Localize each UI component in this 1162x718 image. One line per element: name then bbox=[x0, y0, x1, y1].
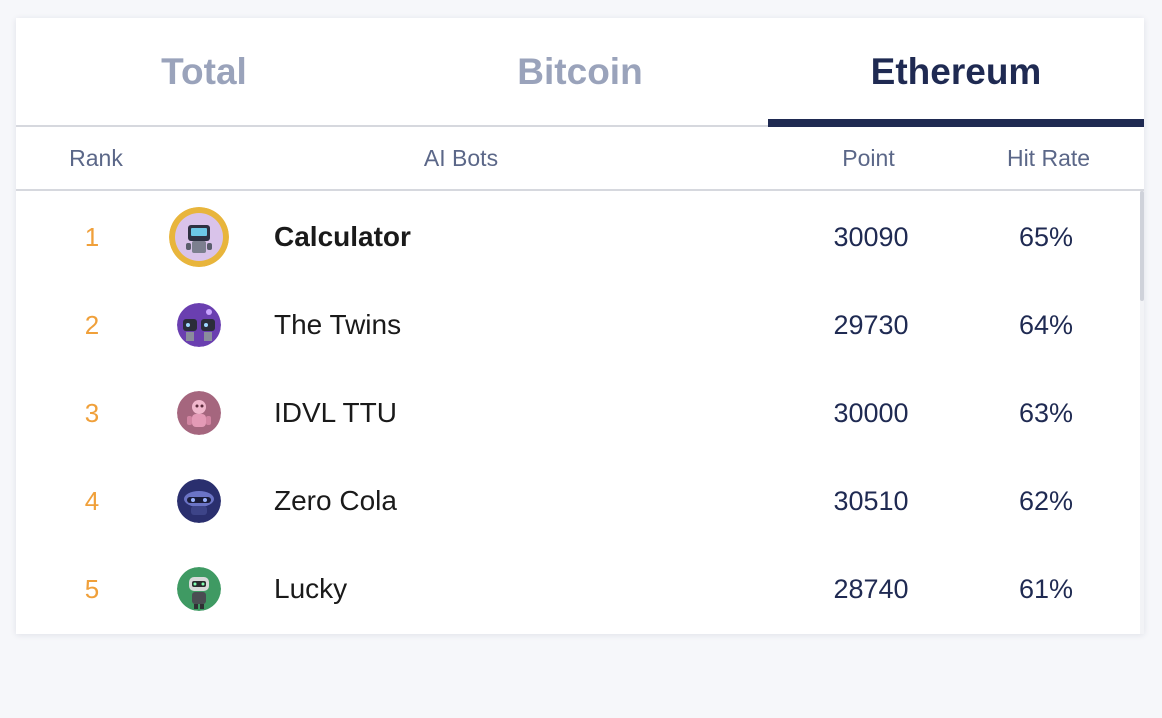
robot-twins-avatar-icon bbox=[177, 303, 221, 347]
hit-rate-cell: 61% bbox=[1018, 573, 1074, 604]
robot-green-avatar-icon bbox=[177, 567, 221, 611]
hit-rate-cell: 64% bbox=[1018, 309, 1074, 340]
scrollbar-thumb[interactable] bbox=[1140, 191, 1144, 301]
bot-name[interactable]: Calculator bbox=[274, 193, 734, 281]
tab-bitcoin[interactable]: Bitcoin bbox=[392, 18, 768, 125]
rank-cell: 2 bbox=[84, 309, 100, 340]
table-row[interactable]: 2 The Twins 29730 64% bbox=[16, 281, 1140, 369]
point-cell: 30510 bbox=[833, 485, 909, 516]
robot-pink-avatar-icon bbox=[177, 391, 221, 435]
rank-cell: 1 bbox=[84, 221, 100, 252]
point-cell: 28740 bbox=[833, 573, 909, 604]
table-row[interactable]: 1 Calculator 30090 65% bbox=[16, 193, 1140, 281]
table-row[interactable]: 4 Zero Cola 30510 62% bbox=[16, 457, 1140, 545]
column-header-hit-rate: Hit Rate bbox=[1006, 144, 1091, 171]
column-header-ai-bots: AI Bots bbox=[423, 144, 499, 171]
rank-cell: 3 bbox=[84, 397, 100, 428]
avatar-cell bbox=[166, 281, 232, 369]
table-body: 1 Calculator 30090 65% 2 The Twins 29730… bbox=[16, 191, 1144, 634]
column-header-point: Point bbox=[842, 144, 895, 171]
robot-calculator-avatar-icon bbox=[169, 207, 229, 267]
bot-name[interactable]: Lucky bbox=[274, 545, 734, 633]
bot-name[interactable]: The Twins bbox=[274, 281, 734, 369]
table-row[interactable]: 5 Lucky 28740 61% bbox=[16, 545, 1140, 633]
avatar-cell bbox=[166, 193, 232, 281]
avatar-cell bbox=[166, 369, 232, 457]
tab-ethereum[interactable]: Ethereum bbox=[768, 18, 1144, 127]
avatar-cell bbox=[166, 545, 232, 633]
point-cell: 29730 bbox=[833, 309, 909, 340]
point-cell: 30090 bbox=[833, 221, 909, 252]
rank-cell: 4 bbox=[84, 485, 100, 516]
hit-rate-cell: 62% bbox=[1018, 485, 1074, 516]
table-scrollbar[interactable] bbox=[1140, 191, 1144, 634]
tab-total[interactable]: Total bbox=[16, 18, 392, 125]
leaderboard-card: Total Bitcoin Ethereum Rank AI Bots Poin… bbox=[16, 18, 1144, 634]
table-row[interactable]: 3 IDVL TTU 30000 63% bbox=[16, 369, 1140, 457]
rank-cell: 5 bbox=[84, 573, 100, 604]
point-cell: 30000 bbox=[833, 397, 909, 428]
tab-bar: Total Bitcoin Ethereum bbox=[16, 18, 1144, 127]
hit-rate-cell: 65% bbox=[1018, 221, 1074, 252]
table-header: Rank AI Bots Point Hit Rate bbox=[16, 127, 1144, 191]
column-header-rank: Rank bbox=[69, 144, 123, 171]
avatar-cell bbox=[166, 457, 232, 545]
hit-rate-cell: 63% bbox=[1018, 397, 1074, 428]
robot-dark-avatar-icon bbox=[177, 479, 221, 523]
bot-name[interactable]: Zero Cola bbox=[274, 457, 734, 545]
bot-name[interactable]: IDVL TTU bbox=[274, 369, 734, 457]
